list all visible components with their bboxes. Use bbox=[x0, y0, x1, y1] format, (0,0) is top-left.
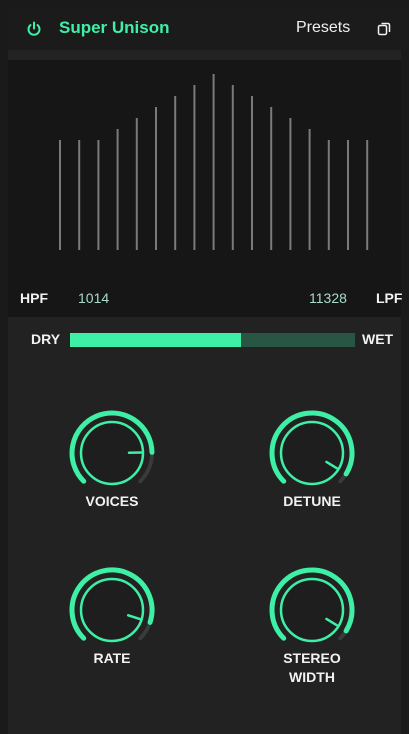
knob-body bbox=[279, 420, 345, 486]
detune-knob[interactable] bbox=[264, 405, 360, 501]
copy-icon[interactable] bbox=[377, 22, 391, 36]
filter-display[interactable] bbox=[8, 60, 401, 317]
dry-label: DRY bbox=[31, 331, 61, 347]
stereo-width-label: STEREO WIDTH bbox=[283, 650, 341, 685]
voices-label: VOICES bbox=[85, 493, 139, 509]
dry-wet-fill bbox=[70, 333, 241, 347]
hpf-label: HPF bbox=[20, 290, 48, 306]
header-bar: Super Unison Presets bbox=[8, 8, 401, 50]
wet-label: WET bbox=[362, 331, 394, 347]
unison-voices-display bbox=[59, 74, 369, 250]
dry-wet-slider[interactable] bbox=[70, 333, 355, 347]
stereo-width-knob[interactable] bbox=[264, 562, 360, 658]
lpf-label: LPF bbox=[376, 290, 403, 306]
detune-label: DETUNE bbox=[283, 493, 341, 509]
dry-wet-row: DRY WET bbox=[8, 327, 401, 353]
hpf-value[interactable]: 1014 bbox=[78, 290, 109, 306]
knob-body bbox=[279, 577, 345, 643]
presets-button[interactable]: Presets bbox=[296, 19, 350, 37]
plugin-title: Super Unison bbox=[59, 18, 170, 37]
rate-knob[interactable] bbox=[64, 562, 160, 658]
lpf-value[interactable]: 11328 bbox=[309, 290, 347, 306]
voices-knob[interactable] bbox=[64, 405, 160, 501]
knob-body bbox=[79, 577, 145, 643]
rate-label: RATE bbox=[93, 650, 131, 666]
power-icon[interactable] bbox=[26, 21, 42, 37]
